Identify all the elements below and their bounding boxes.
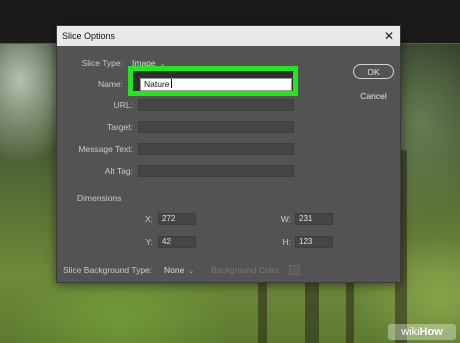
- url-label: URL:: [113, 100, 133, 110]
- chevron-down-icon: ⌄: [188, 268, 195, 275]
- name-input[interactable]: Nature: [140, 78, 292, 91]
- dimensions-heading: Dimensions: [77, 193, 122, 203]
- slice-background-type-select[interactable]: None ⌄: [164, 264, 194, 278]
- text-caret: [170, 79, 172, 88]
- cancel-button[interactable]: Cancel: [353, 89, 394, 103]
- dialog-title: Slice Options: [62, 31, 116, 41]
- close-icon[interactable]: ✕: [384, 26, 394, 46]
- ok-button[interactable]: OK: [353, 64, 394, 79]
- w-label: W:: [280, 214, 291, 224]
- h-label: H:: [282, 237, 292, 247]
- alt-tag-input[interactable]: [138, 165, 294, 177]
- target-label: Target:: [107, 122, 133, 132]
- background-color-swatch[interactable]: [289, 265, 300, 275]
- message-text-label: Message Text:: [78, 144, 133, 154]
- x-label: X:: [144, 214, 153, 224]
- background-color-label: Background Color:: [211, 265, 282, 275]
- alt-tag-label: Alt Tag:: [104, 166, 133, 176]
- h-input[interactable]: 123: [295, 236, 333, 248]
- target-input[interactable]: [138, 121, 294, 133]
- w-input[interactable]: 231: [295, 213, 333, 225]
- y-input[interactable]: 42: [158, 236, 196, 248]
- dialog-titlebar: Slice Options: [57, 26, 400, 46]
- name-label: Name:: [97, 79, 123, 89]
- y-label: Y:: [145, 237, 153, 247]
- slice-background-type-label: Slice Background Type:: [63, 265, 153, 275]
- slice-type-label: Slice Type:: [81, 58, 123, 68]
- url-input[interactable]: [138, 99, 294, 111]
- slice-options-dialog: Slice Options ✕ Slice Type: Image ⌄ Name:…: [56, 25, 401, 283]
- wikihow-watermark: wikiHow: [388, 324, 456, 340]
- message-text-input[interactable]: [138, 143, 294, 155]
- x-input[interactable]: 272: [158, 213, 196, 225]
- slice-background-type-value: None: [164, 265, 185, 275]
- name-input-value: Nature: [144, 79, 170, 89]
